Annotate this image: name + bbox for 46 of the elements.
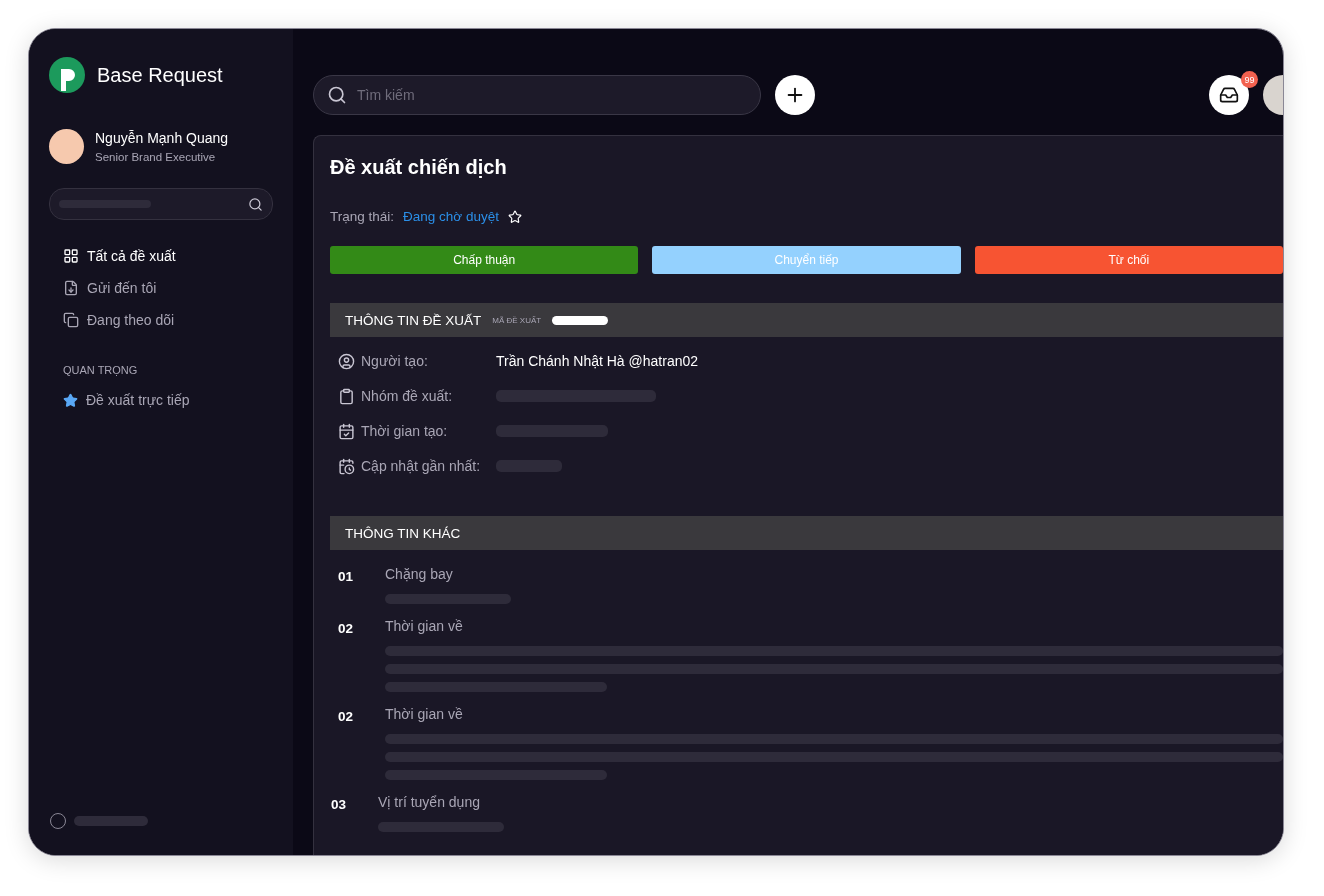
- inbox-icon: [1219, 85, 1239, 105]
- app-name: Base Request: [97, 63, 223, 87]
- item-number: 02: [338, 620, 355, 636]
- search-field[interactable]: Tìm kiếm: [313, 75, 761, 115]
- item-number: 01: [338, 568, 355, 584]
- code-value-redacted: [552, 315, 609, 325]
- sidebar-item[interactable]: Đang theo dõi: [63, 310, 273, 330]
- user-name: Nguyễn Mạnh Quang: [95, 130, 229, 146]
- document-icon: [63, 280, 79, 296]
- item-label: Chặng bay: [385, 566, 454, 584]
- copy-icon: [63, 312, 79, 328]
- section-heading: QUAN TRỌNG: [62, 364, 139, 376]
- field-label: Cập nhật gần nhất:: [361, 458, 482, 474]
- approve-button[interactable]: Chấp thuận: [330, 246, 639, 274]
- logo-icon: [49, 57, 85, 93]
- field-value: Trần Chánh Nhật Hà @hatran02: [496, 353, 699, 369]
- user-avatar[interactable]: [49, 129, 84, 164]
- section-title: THÔNG TIN ĐỀ XUẤT: [345, 312, 482, 328]
- code-label: MÃ ĐỀ XUẤT: [492, 315, 542, 325]
- calendar-icon: [338, 457, 355, 475]
- item-label: Thời gian về: [385, 618, 464, 636]
- status-label: Trạng thái:: [330, 209, 395, 224]
- notification-badge: 99: [1241, 71, 1258, 88]
- sidebar-item[interactable]: Tất cả đề xuất: [63, 246, 273, 266]
- user-role: Senior Brand Executive: [95, 151, 217, 163]
- add-button[interactable]: [775, 75, 815, 115]
- status-value: Đang chờ duyệt: [403, 209, 499, 224]
- section-title: THÔNG TIN KHÁC: [345, 525, 461, 541]
- search-icon: [327, 85, 347, 105]
- request-title: Đề xuất chiến dịch: [330, 156, 508, 179]
- item-number: 03: [331, 796, 348, 812]
- item-label: Vị trí tuyển dụng: [378, 794, 481, 812]
- calendar-icon: [338, 422, 355, 440]
- item-number: 02: [338, 708, 355, 724]
- item-label: Thời gian về: [385, 706, 464, 724]
- user-icon: [338, 352, 355, 370]
- sidebar-item[interactable]: Gửi đến tôi: [63, 278, 273, 298]
- sidebar-search-field[interactable]: [49, 188, 273, 220]
- grid-icon: [63, 248, 79, 264]
- star-icon[interactable]: [507, 209, 522, 224]
- field-label: Người tạo:: [361, 353, 429, 369]
- sidebar-item[interactable]: Đề xuất trực tiếp: [63, 390, 273, 410]
- search-icon: [248, 196, 263, 212]
- field-label: Thời gian tạo:: [361, 423, 449, 439]
- clipboard-icon: [338, 387, 355, 405]
- field-label: Nhóm đề xuất:: [361, 388, 454, 404]
